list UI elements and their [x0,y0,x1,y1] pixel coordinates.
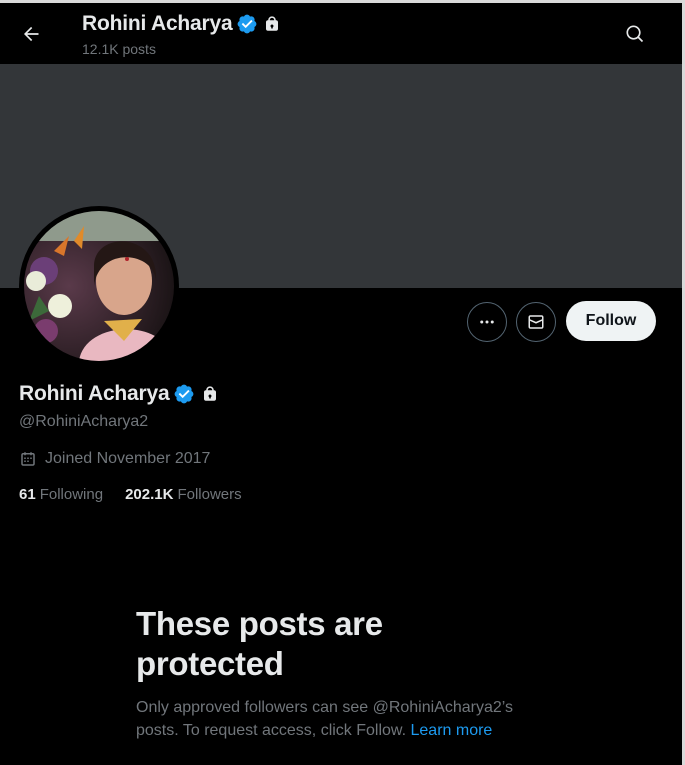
more-button[interactable] [467,302,507,342]
profile-handle: @RohiniAcharya2 [19,413,149,430]
lock-icon [266,16,279,31]
back-arrow-icon [24,26,39,42]
followers-count: 202.1K [125,486,174,503]
lock-icon [204,386,217,401]
verified-badge-icon [238,14,257,34]
mail-icon [528,315,544,329]
posts-count: 12.1K posts [82,41,156,57]
header-title: Rohini Acharya [82,12,281,36]
protected-message: Only approved followers can see @RohiniA… [136,696,556,742]
profile-name: Rohini Acharya [19,382,170,405]
follow-stats: 61 Following 202.1K Followers [19,486,264,503]
more-icon [480,320,494,324]
followers-label: Followers [177,486,242,503]
profile-header-bar: Rohini Acharya 12.1K posts [0,3,682,64]
back-button[interactable] [13,16,49,52]
following-label: Following [39,486,104,503]
avatar[interactable] [19,206,179,366]
header-name: Rohini Acharya [82,12,233,35]
following-count: 61 [19,486,36,503]
learn-more-link[interactable]: Learn more [411,722,493,739]
search-icon [626,25,644,43]
joined-date: Joined November 2017 [19,450,210,468]
profile-name-row: Rohini Acharya [19,382,219,406]
calendar-icon [21,452,35,466]
search-button[interactable] [617,16,653,52]
protected-title: These posts are protected [136,605,383,682]
message-button[interactable] [516,302,556,342]
followers-link[interactable]: 202.1K Followers [125,486,242,503]
avatar-photo [24,211,174,361]
verified-badge-icon [175,384,194,404]
following-link[interactable]: 61 Following [19,486,103,503]
joined-text: Joined November 2017 [45,450,211,467]
follow-button[interactable]: Follow [566,301,656,341]
